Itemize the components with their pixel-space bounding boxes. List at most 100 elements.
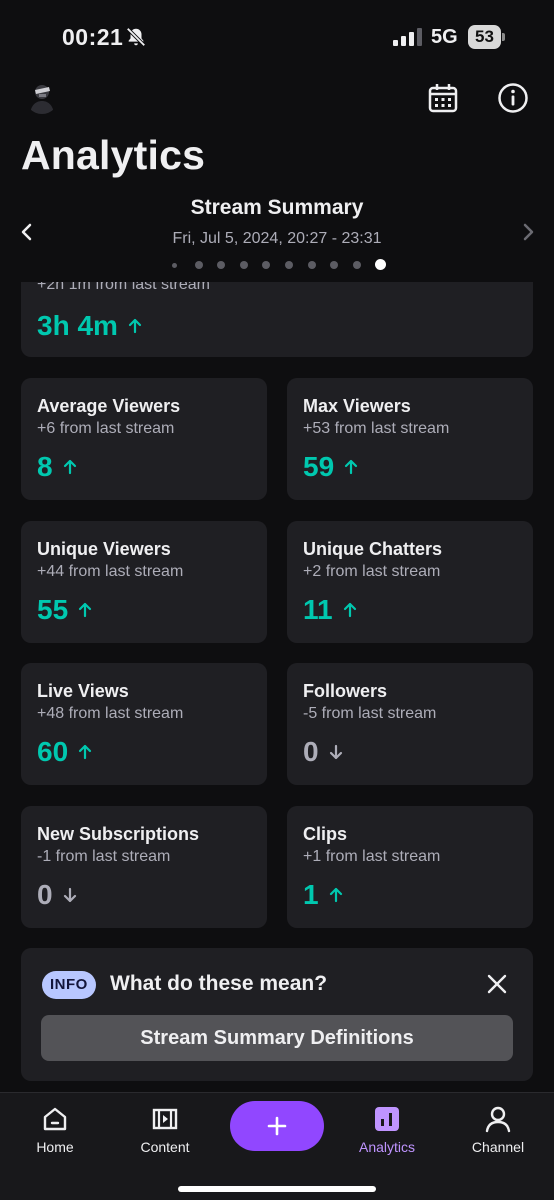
arrow-up-icon [63, 459, 76, 475]
metric-subtitle: +2 from last stream [303, 563, 441, 580]
nav-label-home: Home [36, 1139, 74, 1155]
summary-page-dots[interactable] [170, 259, 390, 271]
nav-item-content[interactable]: Content [110, 1093, 220, 1173]
arrow-up-icon [79, 744, 92, 760]
value-text: 8 [37, 451, 53, 482]
metric-card-unique-viewers: Unique Viewers +44 from last stream 55 [21, 521, 267, 643]
metric-value: 0 [37, 879, 77, 911]
avatar[interactable] [25, 80, 59, 114]
metric-value: 60 [37, 736, 92, 768]
metric-label: Average Viewers [37, 396, 181, 416]
metric-card-live-views: Live Views +48 from last stream 60 [21, 663, 267, 785]
metric-value: 8 [37, 451, 77, 483]
metric-value: 1 [303, 879, 343, 911]
channel-icon [485, 1106, 511, 1133]
arrow-up-icon [329, 887, 342, 903]
metric-label: Unique Chatters [303, 539, 443, 559]
battery-tip [502, 33, 505, 41]
page-dot[interactable] [239, 261, 248, 269]
network-type: 5G [431, 26, 458, 48]
value-text: 59 [303, 451, 335, 482]
page-dot[interactable] [194, 261, 203, 269]
page-dot[interactable] [262, 261, 271, 269]
metric-subtitle: +1 from last stream [303, 848, 441, 865]
home-indicator [178, 1186, 376, 1192]
content-icon [152, 1108, 178, 1130]
metric-card-max-viewers: Max Viewers +53 from last stream 59 [287, 378, 533, 500]
stream-duration-card: +2h 1m from last stream 3h 4m [21, 282, 533, 357]
metric-subtitle: +44 from last stream [37, 563, 184, 580]
info-question: What do these mean? [110, 972, 328, 995]
nav-item-channel[interactable]: Channel [443, 1093, 553, 1173]
status-time: 00:21 [62, 24, 124, 50]
metric-subtitle: +53 from last stream [303, 420, 450, 437]
metric-label: Followers [303, 681, 388, 701]
metric-card-average-viewers: Average Viewers +6 from last stream 8 [21, 378, 267, 500]
summary-date: Fri, Jul 5, 2024, 20:27 - 23:31 [172, 230, 382, 247]
page-dot[interactable] [352, 261, 361, 269]
value-text: 0 [303, 736, 319, 767]
metric-label: New Subscriptions [37, 824, 200, 844]
page-dot[interactable] [330, 261, 339, 269]
arrow-up-icon [343, 602, 356, 618]
value-text: 11 [303, 594, 333, 625]
nav-item-analytics[interactable]: Analytics [332, 1093, 442, 1173]
info-card: INFO What do these mean? Stream Summary … [21, 948, 533, 1081]
battery-indicator: 53 [468, 25, 505, 49]
metric-value: 59 [303, 451, 358, 483]
nav-item-home[interactable]: Home [0, 1093, 110, 1173]
metric-subtitle: +6 from last stream [37, 420, 175, 437]
status-bar: 00:21 5G 53 [0, 0, 554, 72]
value-text: 1 [303, 879, 319, 910]
plus-icon [267, 1116, 287, 1136]
arrow-up-icon [345, 459, 358, 475]
metric-value: 11 [303, 594, 357, 626]
summary-title: Stream Summary [190, 196, 364, 219]
battery-level: 53 [468, 25, 501, 49]
metric-card-followers: Followers -5 from last stream 0 [287, 663, 533, 785]
card-subtitle: +2h 1m from last stream [37, 282, 210, 293]
home-icon [43, 1107, 67, 1131]
metric-label: Live Views [37, 681, 129, 701]
close-icon[interactable] [486, 973, 508, 995]
nav-label-content: Content [140, 1139, 190, 1155]
bell-slash-icon [126, 27, 146, 47]
arrow-down-icon [329, 744, 342, 760]
next-summary-chevron-icon[interactable] [519, 222, 537, 242]
metric-card-new-subscriptions: New Subscriptions -1 from last stream 0 [21, 806, 267, 928]
metric-label: Unique Viewers [37, 539, 171, 559]
metric-card-unique-chatters: Unique Chatters +2 from last stream 11 [287, 521, 533, 643]
avatar-image [30, 85, 54, 114]
analytics-icon [375, 1107, 399, 1131]
page-dot[interactable] [285, 261, 293, 269]
metric-card-clips: Clips +1 from last stream 1 [287, 806, 533, 928]
metric-value: 55 [37, 594, 92, 626]
metric-subtitle: -5 from last stream [303, 705, 437, 722]
calendar-icon[interactable] [428, 83, 458, 113]
arrow-down-icon [63, 887, 76, 903]
create-button[interactable] [230, 1101, 324, 1151]
metric-subtitle: +48 from last stream [37, 705, 184, 722]
value-text: 0 [37, 879, 53, 910]
signal-strength-icon [393, 28, 422, 46]
metric-label: Clips [303, 824, 348, 844]
nav-label-channel: Channel [471, 1139, 525, 1155]
page-title: Analytics [21, 132, 206, 178]
info-badge: INFO [42, 971, 96, 999]
nav-label-analytics: Analytics [358, 1139, 416, 1155]
page-dot[interactable] [217, 261, 226, 269]
value-text: 3h 4m [37, 310, 118, 341]
value-text: 55 [37, 594, 69, 625]
metric-subtitle: -1 from last stream [37, 848, 171, 865]
info-circle-icon[interactable] [497, 82, 529, 114]
page-dot[interactable] [307, 261, 316, 269]
metric-value: 0 [303, 736, 343, 768]
page-dot[interactable] [172, 263, 177, 268]
bottom-nav: Home Content Analytics Channel [0, 1092, 554, 1200]
stream-summary-definitions-button[interactable]: Stream Summary Definitions [41, 1015, 513, 1061]
arrow-up-icon [79, 602, 92, 618]
metric-label: Max Viewers [303, 396, 411, 416]
value-text: 60 [37, 736, 69, 767]
page-dot-active[interactable] [375, 259, 387, 270]
arrow-up-icon [128, 318, 142, 334]
